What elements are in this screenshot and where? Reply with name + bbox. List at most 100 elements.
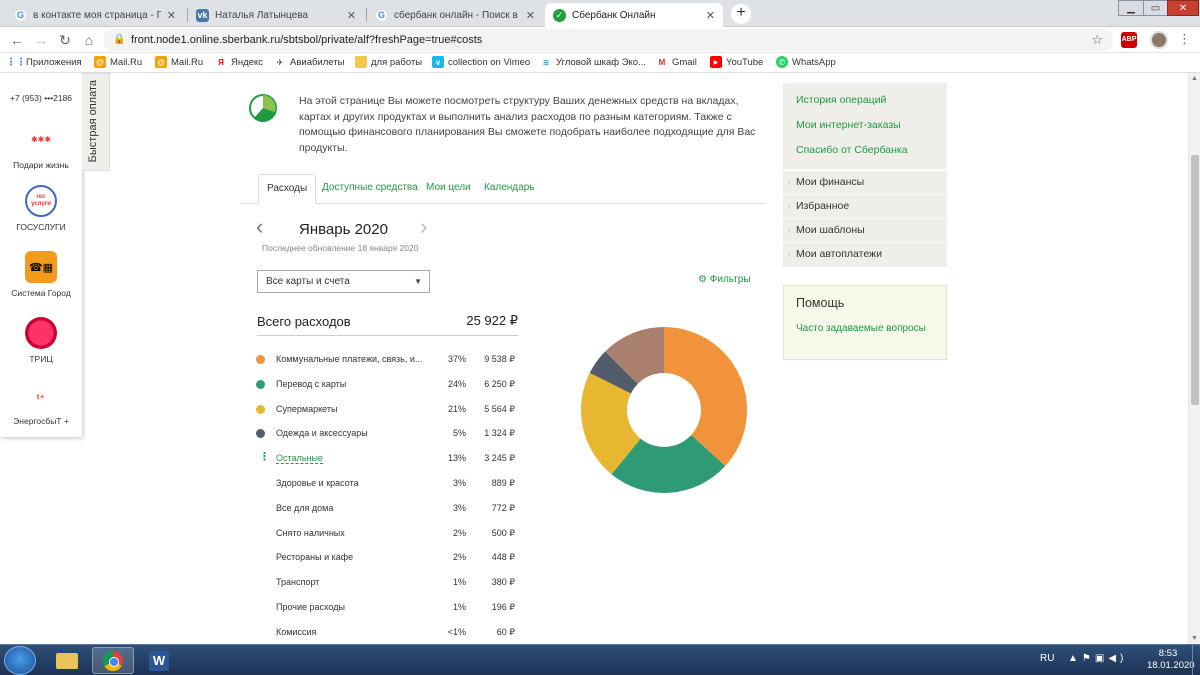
browser-tab-strip: G в контакте моя страница - Поис ✕ vk На… <box>0 0 1200 27</box>
tab-calendar[interactable]: Календарь <box>476 174 542 204</box>
new-tab-button[interactable]: + <box>731 4 751 24</box>
bookmark-dlya-raboty[interactable]: для работы <box>355 56 422 68</box>
chevron-up-icon[interactable]: ▲ <box>1068 653 1082 664</box>
tab-available-funds[interactable]: Доступные средства <box>314 174 426 204</box>
bookmark-apps[interactable]: ⋮⋮ Приложения <box>6 56 82 68</box>
windows-start-icon[interactable] <box>4 646 36 675</box>
fast-panel-gosuslugi[interactable]: гос услуги ГОСУСЛУГИ <box>0 185 82 232</box>
quick-pay-toggle[interactable]: Быстрая оплата <box>82 73 110 171</box>
close-icon[interactable]: ✕ <box>706 9 715 22</box>
apps-grid-icon: ⋮⋮ <box>6 56 26 68</box>
category-row[interactable]: Одежда и аксессуары 5% 1 324 ₽ <box>256 426 518 442</box>
menu-my-finances[interactable]: › Мои финансы <box>783 170 947 194</box>
bookmark-yandex[interactable]: Я Яндекс <box>215 56 263 68</box>
scroll-up-icon[interactable]: ▲ <box>1191 75 1198 82</box>
bookmarks-bar: ⋮⋮ Приложения @ Mail.Ru @ Mail.Ru Я Янде… <box>0 53 1200 73</box>
fast-panel-sistema-gorod[interactable]: ☎▦ Система Город <box>0 251 82 298</box>
menu-kebab-icon[interactable]: ⋮ <box>1178 31 1191 47</box>
category-row[interactable]: Коммунальные платежи, связь, и... 37% 9 … <box>256 352 518 368</box>
home-icon[interactable]: ⌂ <box>80 31 98 49</box>
subcategory-row[interactable]: Рестораны и кафе 2% 448 ₽ <box>256 550 518 566</box>
other-categories-link[interactable]: Остальные <box>276 453 323 464</box>
taskbar-chrome[interactable] <box>92 647 134 674</box>
category-row[interactable]: Перевод с карты 24% 6 250 ₽ <box>256 377 518 393</box>
browser-tab-sberbank-search[interactable]: G сбербанк онлайн - Поиск в Goo ✕ <box>367 3 543 27</box>
bookmark-mailru-2[interactable]: @ Mail.Ru <box>155 56 203 68</box>
subcategory-row[interactable]: Прочие расходы 1% 196 ₽ <box>256 600 518 616</box>
close-icon[interactable]: ✕ <box>526 9 535 22</box>
close-icon[interactable]: ✕ <box>347 9 356 22</box>
link-operations-history[interactable]: История операций <box>796 94 886 106</box>
subcategory-row[interactable]: Здоровье и красота 3% 889 ₽ <box>256 476 518 492</box>
bookmark-label: Приложения <box>26 56 82 68</box>
bookmark-label: WhatsApp <box>792 56 836 68</box>
next-month-chevron-icon[interactable]: › <box>420 216 427 238</box>
filters-button[interactable]: ⚙ Фильтры <box>698 274 751 285</box>
maximize-window-button[interactable]: ▭ <box>1143 0 1168 16</box>
category-amount: 5 564 ₽ <box>484 404 515 414</box>
tab-my-goals[interactable]: Мои цели <box>418 174 479 204</box>
reload-icon[interactable]: ↻ <box>56 31 74 49</box>
back-arrow-icon[interactable]: ← <box>8 31 26 49</box>
tab-expenses[interactable]: Расходы <box>258 174 317 204</box>
address-bar[interactable]: 🔒 front.node1.online.sberbank.ru/sbtsbol… <box>103 29 1113 51</box>
profile-avatar[interactable] <box>1150 31 1168 49</box>
fast-panel-energosbyt[interactable]: ᵗ⁺ ЭнергосбыТ + <box>0 385 82 427</box>
tray-icons[interactable]: ▲⚑▣◀) <box>1068 653 1127 664</box>
keyboard-language[interactable]: RU <box>1040 653 1054 664</box>
page-scrollbar[interactable]: ▲ ▼ <box>1188 73 1200 644</box>
volume-icon[interactable]: ◀) <box>1108 653 1127 664</box>
previous-month-chevron-icon[interactable]: ‹ <box>256 216 263 238</box>
minimize-window-button[interactable]: ▁ <box>1118 0 1144 16</box>
subcategory-row[interactable]: Комиссия <1% 60 ₽ <box>256 625 518 641</box>
taskbar-word[interactable]: W <box>138 647 180 674</box>
bookmark-gmail[interactable]: M Gmail <box>656 56 697 68</box>
account-select[interactable]: Все карты и счета ▼ <box>257 270 430 293</box>
taskbar-explorer[interactable] <box>46 647 88 674</box>
menu-label: Мои автоплатежи <box>796 248 882 260</box>
category-percent: 2% <box>452 528 466 538</box>
bookmark-vimeo[interactable]: v collection on Vimeo <box>432 56 530 68</box>
bookmark-youtube[interactable]: ▶ YouTube <box>710 56 763 68</box>
scrollbar-thumb[interactable] <box>1191 155 1199 405</box>
subcategory-row[interactable]: Снято наличных 2% 500 ₽ <box>256 526 518 542</box>
flag-icon[interactable]: ⚑ <box>1082 653 1095 664</box>
adblock-extension-icon[interactable]: ABP <box>1121 32 1137 48</box>
vertical-dots-icon: ⋮ <box>259 451 270 463</box>
browser-tab-vk-profile[interactable]: vk Наталья Латынцева ✕ <box>188 3 364 27</box>
link-spasibo[interactable]: Спасибо от Сбербанка <box>796 144 908 156</box>
fast-panel-tric[interactable]: ТРИЦ <box>0 317 82 364</box>
yandex-icon: Я <box>218 57 224 67</box>
sberbank-page: +7 (953) •••2186 ✱✱✱ Подари жизнь гос ус… <box>0 73 1188 644</box>
category-name: Все для дома <box>276 503 334 513</box>
bookmark-aviabilety[interactable]: ✈ Авиабилеты <box>274 56 345 68</box>
category-row[interactable]: Супермаркеты 21% 5 564 ₽ <box>256 402 518 418</box>
fast-panel-phone[interactable]: +7 (953) •••2186 <box>0 93 82 103</box>
category-amount: 9 538 ₽ <box>484 354 515 364</box>
menu-my-autopayments[interactable]: › Мои автоплатежи <box>783 242 947 266</box>
bookmark-whatsapp[interactable]: ✆ WhatsApp <box>776 56 836 68</box>
faq-link[interactable]: Часто задаваемые вопросы <box>796 322 936 335</box>
browser-tab-sberbank-online[interactable]: ✓ Сбербанк Онлайн ✕ <box>545 3 723 27</box>
close-window-button[interactable]: ✕ <box>1167 0 1199 16</box>
category-row-other[interactable]: ⋮ Остальные 13% 3 245 ₽ <box>256 451 518 467</box>
subcategory-row[interactable]: Транспорт 1% 380 ₽ <box>256 575 518 591</box>
menu-my-templates[interactable]: › Мои шаблоны <box>783 218 947 242</box>
network-icon[interactable]: ▣ <box>1095 653 1108 664</box>
fast-panel-podari-zhizn[interactable]: ✱✱✱ Подари жизнь <box>0 123 82 171</box>
bookmark-uglovoy-shkaf[interactable]: ≋ Угловой шкаф Эко... <box>540 56 646 68</box>
chevron-right-icon: › <box>788 203 791 210</box>
system-clock[interactable]: 8:53 18.01.2020 <box>1147 648 1195 672</box>
close-icon[interactable]: ✕ <box>167 9 176 22</box>
scroll-down-icon[interactable]: ▼ <box>1191 635 1198 642</box>
pie-chart-icon <box>249 94 277 122</box>
word-icon: W <box>149 650 169 671</box>
bookmark-mailru[interactable]: @ Mail.Ru <box>94 56 142 68</box>
menu-favorites[interactable]: › Избранное <box>783 194 947 218</box>
browser-tab-vk-search[interactable]: G в контакте моя страница - Поис ✕ <box>6 3 184 27</box>
show-desktop-button[interactable] <box>1192 645 1200 675</box>
forward-arrow-icon[interactable]: → <box>32 31 50 49</box>
link-internet-orders[interactable]: Мои интернет-заказы <box>796 119 901 131</box>
bookmark-star-icon[interactable]: ☆ <box>1091 29 1103 51</box>
subcategory-row[interactable]: Все для дома 3% 772 ₽ <box>256 501 518 517</box>
